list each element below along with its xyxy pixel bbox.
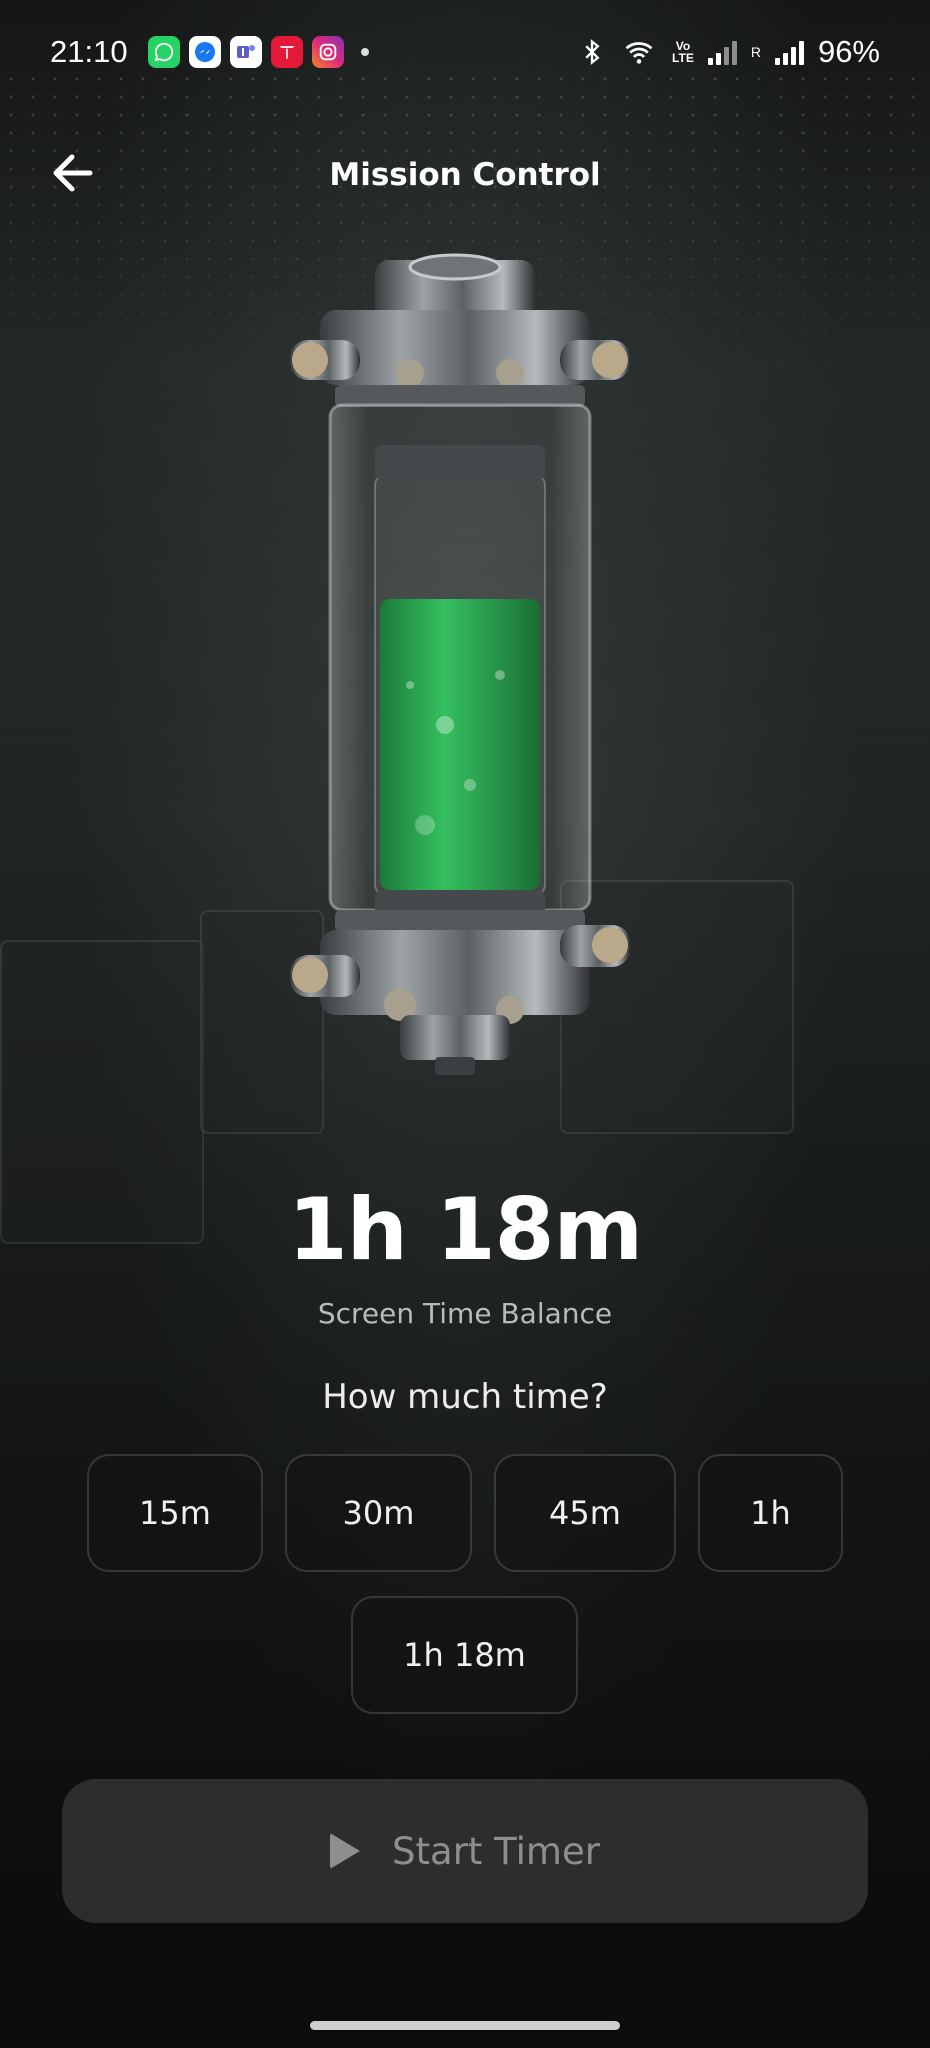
app-header: Mission Control — [0, 135, 930, 215]
instagram-icon — [311, 36, 344, 68]
duration-option-1h[interactable]: 1h — [698, 1454, 843, 1572]
tesla-icon — [270, 36, 303, 68]
whatsapp-icon — [147, 36, 180, 68]
start-timer-button[interactable]: Start Timer — [62, 1779, 868, 1923]
more-notifications-icon — [360, 48, 369, 56]
messenger-icon — [188, 36, 221, 68]
notification-icons — [147, 36, 369, 68]
duration-option-45m[interactable]: 45m — [494, 1454, 676, 1572]
roaming-label: R — [750, 44, 761, 60]
time-picker-question: How much time? — [322, 1377, 608, 1417]
page-title: Mission Control — [329, 157, 601, 193]
start-timer-label: Start Timer — [392, 1829, 600, 1873]
signal-icon-1 — [707, 39, 737, 65]
signal-icon-2 — [774, 39, 804, 65]
duration-option-15m[interactable]: 15m — [87, 1454, 263, 1572]
teams-icon — [229, 36, 262, 68]
battery-percent: 96% — [817, 34, 880, 69]
duration-option-30m[interactable]: 30m — [285, 1454, 472, 1572]
status-bar: 21:10 Vo LTE R 96% — [0, 0, 930, 104]
wifi-icon — [625, 42, 653, 64]
play-icon — [330, 1833, 361, 1869]
home-indicator[interactable] — [310, 2021, 620, 2030]
balance-value: 1h 18m — [287, 1180, 643, 1280]
balance-label: Screen Time Balance — [317, 1297, 613, 1330]
volte-icon: Vo LTE — [672, 39, 694, 65]
duration-option-max[interactable]: 1h 18m — [351, 1596, 578, 1714]
status-indicators: Vo LTE R 96% — [578, 34, 880, 70]
status-time: 21:10 — [50, 34, 128, 69]
time-canister-illustration — [270, 245, 650, 1130]
bluetooth-icon — [585, 39, 600, 65]
canister-liquid — [380, 599, 540, 890]
